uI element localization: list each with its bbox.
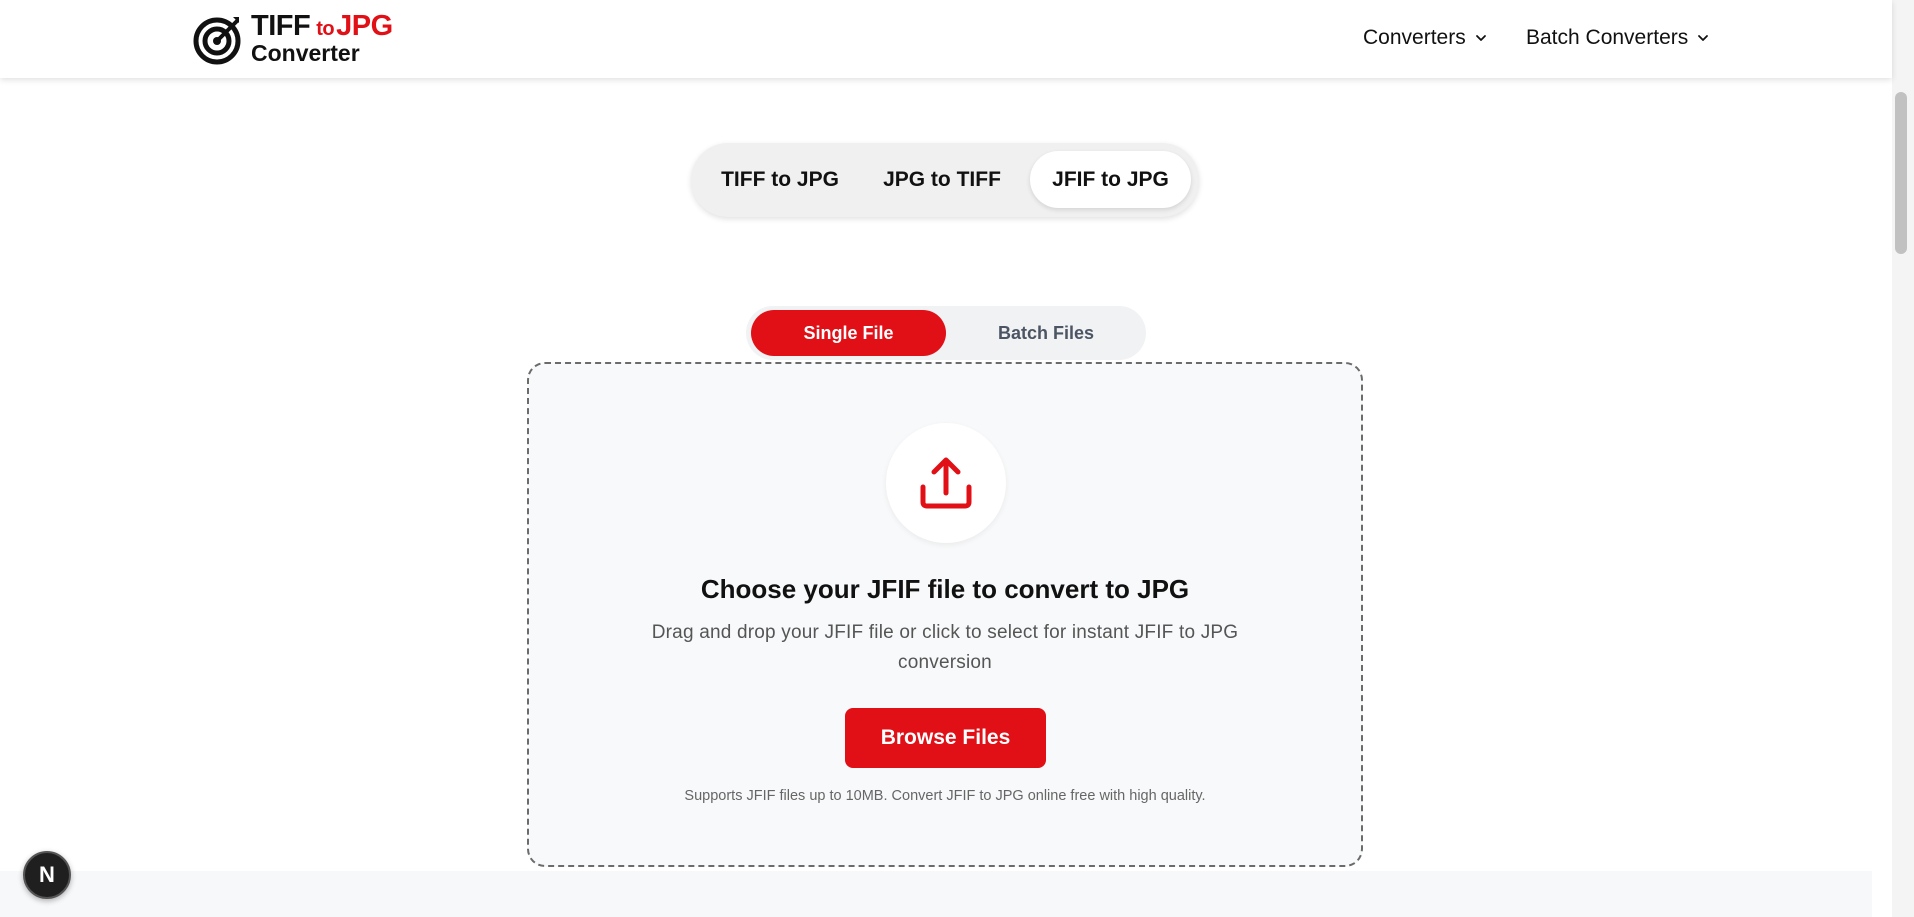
tab-jpg-to-tiff[interactable]: JPG to TIFF	[862, 151, 1022, 208]
target-logo-icon	[193, 16, 241, 64]
upload-mode-toggle: Single File Batch Files	[746, 306, 1146, 360]
batch-files-button[interactable]: Batch Files	[951, 310, 1141, 356]
n-badge-button[interactable]: N	[23, 851, 71, 899]
site-header: TIFF to JPG Converter Converters Batch C…	[0, 0, 1892, 78]
nav-batch-converters-dropdown[interactable]: Batch Converters	[1526, 26, 1710, 50]
logo-text-to: to	[316, 18, 335, 40]
converter-tabs: TIFF to JPG JPG to TIFF JFIF to JPG	[691, 143, 1199, 217]
single-file-button[interactable]: Single File	[751, 310, 946, 356]
page-scrollbar-thumb[interactable]	[1895, 92, 1907, 254]
browse-files-button[interactable]: Browse Files	[845, 708, 1046, 768]
nav-batch-converters-label: Batch Converters	[1526, 26, 1689, 49]
dropzone-description: Drag and drop your JFIF file or click to…	[651, 622, 1239, 673]
next-section-background	[0, 871, 1872, 917]
upload-icon	[920, 457, 972, 509]
chevron-down-icon	[1698, 35, 1709, 41]
dropzone-title: Choose your JFIF file to convert to JPG	[700, 574, 1190, 604]
chevron-down-icon	[1475, 35, 1486, 41]
nav-converters-label: Converters	[1363, 26, 1466, 49]
tab-tiff-to-jpg[interactable]: TIFF to JPG	[705, 151, 855, 208]
upload-icon-circle[interactable]	[886, 423, 1006, 543]
logo-text-converter: Converter	[251, 40, 360, 66]
site-logo[interactable]: TIFF to JPG Converter	[193, 12, 393, 65]
tab-jfif-to-jpg[interactable]: JFIF to JPG	[1030, 151, 1191, 208]
nav-converters-dropdown[interactable]: Converters	[1363, 26, 1488, 50]
logo-text-jpg: JPG	[336, 10, 393, 42]
logo-text-tiff: TIFF	[251, 10, 311, 42]
dropzone-support-note: Supports JFIF files up to 10MB. Convert …	[684, 788, 1206, 804]
